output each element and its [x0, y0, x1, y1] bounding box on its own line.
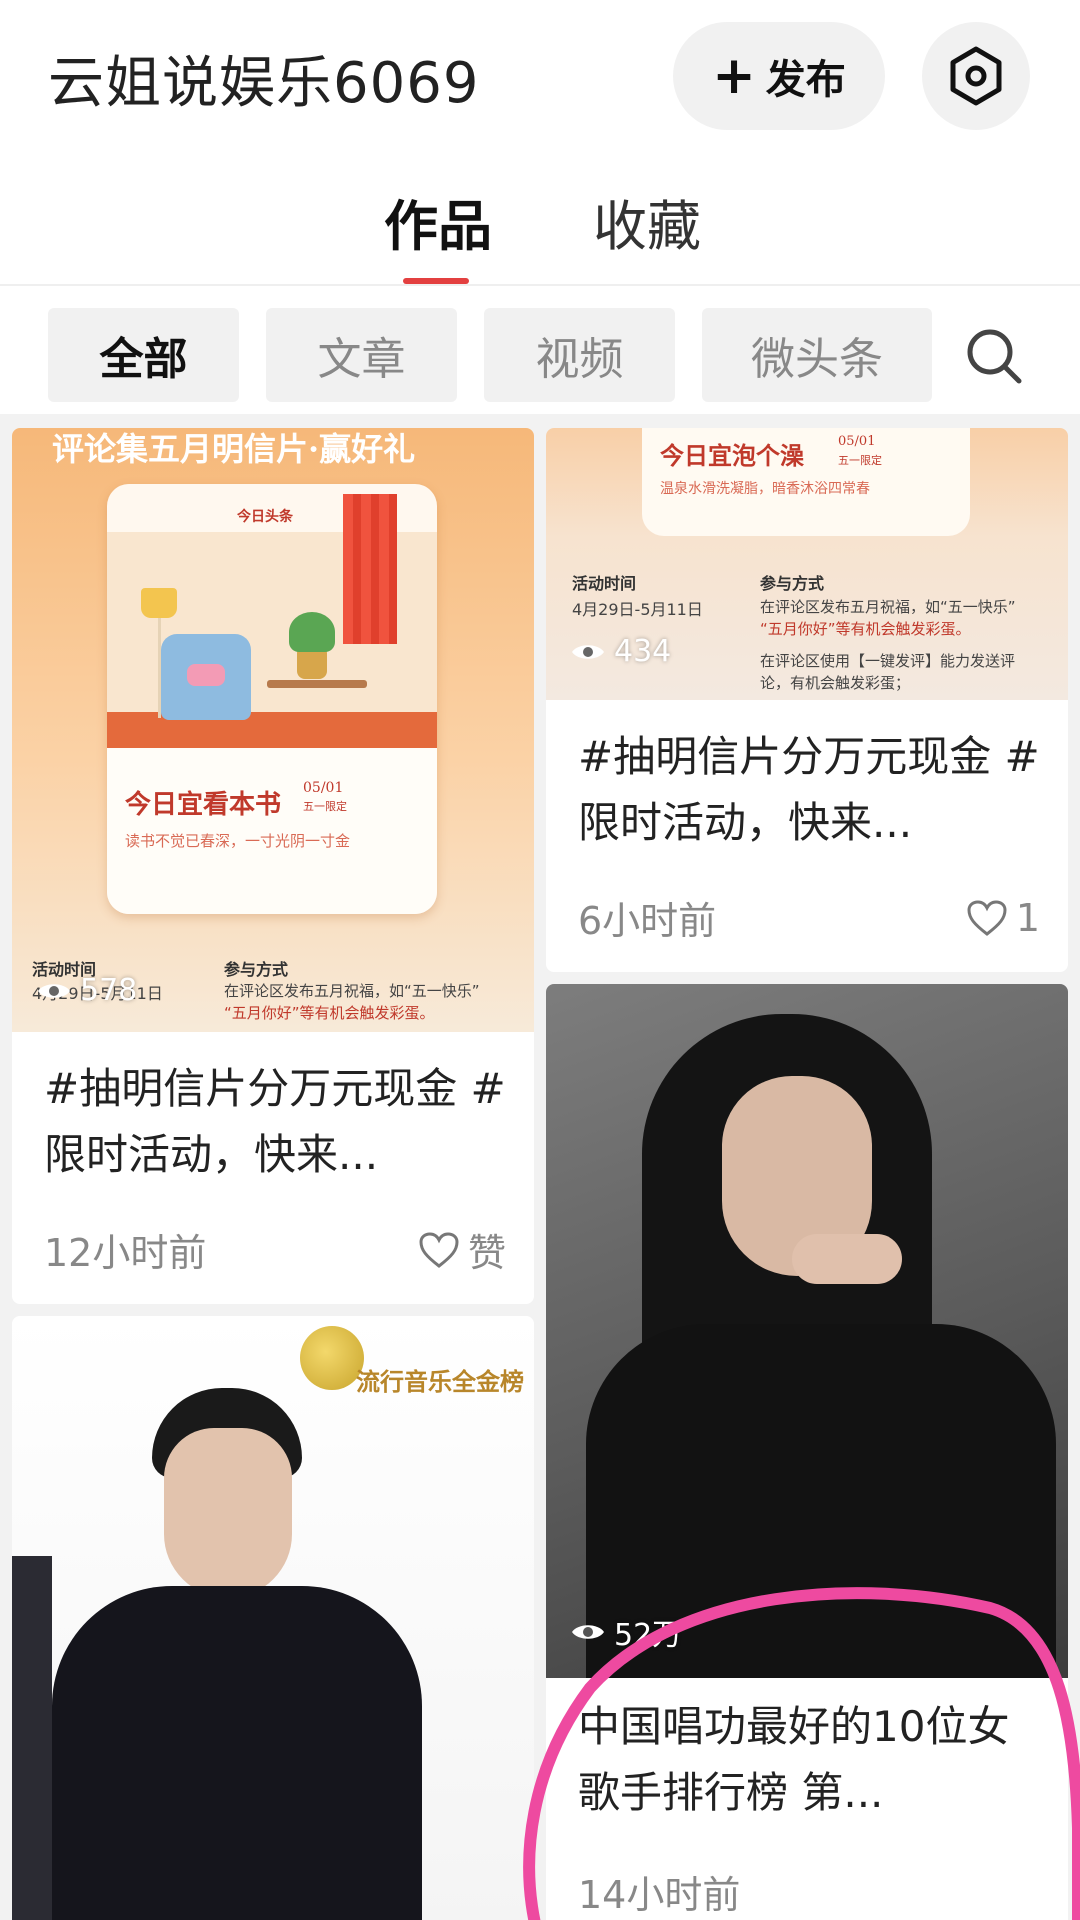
plus-icon: + — [712, 46, 756, 106]
account-name: 云姐说娱乐6069 — [48, 51, 480, 116]
works-grid: 评论集五月明信片·赢好礼 今日头条 今日宜看本书 05/01 五一限定 读书不觉… — [0, 428, 1080, 1920]
active-tab-indicator — [403, 278, 469, 284]
tab-works[interactable]: 作品 — [384, 182, 492, 261]
tab-favorites[interactable]: 收藏 — [593, 182, 701, 261]
filter-all[interactable]: 全部 — [48, 308, 239, 402]
search-icon[interactable] — [964, 326, 1024, 386]
settings-button[interactable] — [922, 22, 1030, 130]
publish-button[interactable]: + 发布 — [673, 22, 885, 130]
hexagon-settings-icon — [950, 46, 1002, 106]
highlight-circle-annotation — [523, 1587, 1080, 1920]
content-tabs: 作品 收藏 — [0, 160, 1080, 286]
top-bar: 云姐说娱乐6069 + 发布 — [0, 0, 1080, 160]
filter-articles[interactable]: 文章 — [266, 308, 457, 402]
filter-videos[interactable]: 视频 — [484, 308, 675, 402]
filter-bar: 全部 文章 视频 微头条 — [0, 286, 1080, 414]
publish-label: 发布 — [765, 57, 846, 103]
filter-micro-posts[interactable]: 微头条 — [702, 308, 932, 402]
